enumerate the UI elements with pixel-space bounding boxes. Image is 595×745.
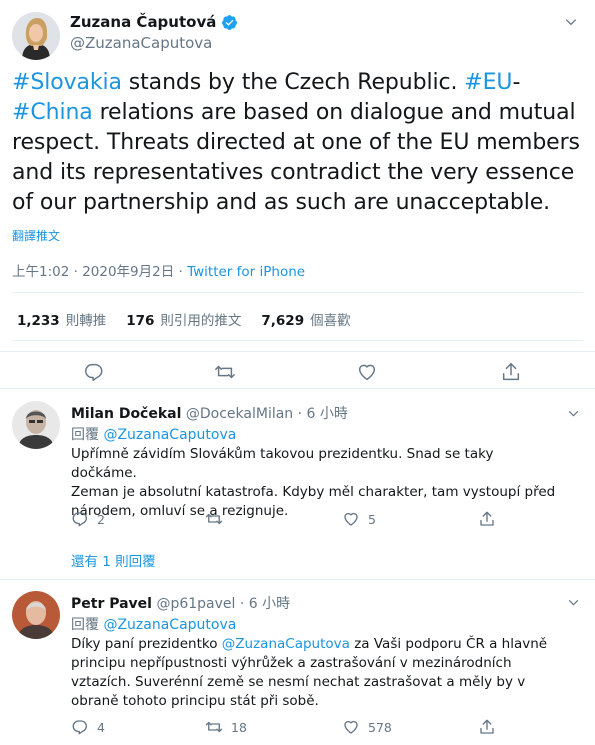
share-icon [480,511,494,526]
retweets-stat[interactable]: 1,233 則轉推 [17,309,106,329]
like-button[interactable]: 5 [342,510,376,528]
retweet-button[interactable] [205,510,231,528]
main-tweet-actions [0,355,595,387]
reply-author-name[interactable]: Milan Dočekal [71,406,181,422]
reply-text-line: Zeman je absolutní katastrofa. Kdyby měl… [71,484,556,500]
time-separator: · [293,406,307,422]
replying-to-label: 回覆 [71,617,99,633]
reply-text-segment: Díky paní prezidentko [71,636,222,652]
retweet-icon [205,513,223,525]
quotes-count: 176 [126,313,155,329]
reply-text: Díky paní prezidentko @ZuzanaCaputova za… [71,635,561,711]
tweet-text-segment: relations are based on dialogue and mutu… [12,100,580,215]
reply-text-line: obraně tohoto principu stát při sobě. [71,693,319,709]
like-button[interactable]: 578 [342,718,392,736]
reply-button[interactable]: 4 [71,718,105,736]
avatar[interactable] [12,591,60,639]
like-button[interactable] [356,361,378,383]
meta-separator: · [174,264,188,280]
author-name-row[interactable]: Zuzana Čaputová [70,13,238,31]
reply-header: Petr Pavel @p61pavel · 6 小時 [71,593,290,613]
time-separator: · [235,596,249,612]
retweets-label: 則轉推 [65,313,107,329]
reply-author-name[interactable]: Petr Pavel [71,596,152,612]
tweet-text-segment: - [512,70,521,95]
share-icon [480,719,494,734]
like-count: 5 [368,511,376,527]
replying-to-handle[interactable]: @ZuzanaCaputova [103,427,236,443]
divider [12,292,583,293]
likes-count: 7,629 [261,313,305,329]
reply-count: 2 [97,511,105,527]
reply-icon [85,363,103,381]
replying-to: 回覆 @ZuzanaCaputova [71,424,236,444]
chevron-down-icon[interactable] [564,593,582,611]
retweet-button[interactable] [214,361,236,383]
reply-button[interactable]: 2 [71,510,105,528]
reply-time[interactable]: 6 小時 [249,596,290,612]
like-icon [358,364,376,381]
retweet-count: 18 [231,719,247,735]
like-icon [344,512,358,526]
share-button[interactable] [500,361,522,383]
reply-tweet[interactable]: Petr Pavel @p61pavel · 6 小時 回覆 @ZuzanaCa… [0,580,595,745]
reply-text-line: Díky paní prezidentko @ZuzanaCaputova za… [71,635,561,654]
reply-icon [72,720,87,735]
reply-text-line: vztazích. Suverénní země se nesmí nechat… [71,674,526,690]
replying-to-label: 回覆 [71,427,99,443]
quotes-stat[interactable]: 176 則引用的推文 [126,309,241,329]
retweets-count: 1,233 [17,313,60,329]
reply-count: 4 [97,719,105,735]
like-icon [344,720,358,734]
author-name[interactable]: Zuzana Čaputová [70,13,216,31]
share-button[interactable] [478,718,496,736]
translate-tweet-link[interactable]: 翻譯推文 [12,227,60,244]
reply-time[interactable]: 6 小時 [307,406,348,422]
share-button[interactable] [478,510,496,528]
hashtag-slovakia[interactable]: #Slovakia [12,70,122,95]
reply-tweet[interactable]: Milan Dočekal @DocekalMilan · 6 小時 回覆 @Z… [0,389,595,580]
likes-stat[interactable]: 7,629 個喜歡 [261,309,350,329]
retweet-icon [215,365,235,379]
share-icon [502,363,520,381]
chevron-down-icon[interactable] [562,13,580,31]
chevron-down-icon[interactable] [564,404,582,422]
hashtag-eu[interactable]: #EU [464,70,512,95]
tweet-meta: 上午1:02 · 2020年9月2日 · Twitter for iPhone [12,260,305,280]
divider [12,340,583,341]
like-count: 578 [368,719,392,735]
replying-to: 回覆 @ZuzanaCaputova [71,614,236,634]
tweet-stats: 1,233 則轉推 176 則引用的推文 7,629 個喜歡 [17,309,351,329]
quotes-label: 則引用的推文 [160,313,242,329]
hashtag-china[interactable]: #China [12,100,93,125]
main-tweet: Zuzana Čaputová @ZuzanaCaputova #Slovaki… [0,0,595,352]
show-more-replies-link[interactable]: 還有 1 則回覆 [71,550,156,570]
reply-author-handle[interactable]: @DocekalMilan [186,406,293,422]
reply-icon [72,512,87,527]
likes-label: 個喜歡 [310,313,351,329]
verified-badge-icon [221,14,238,31]
retweet-button[interactable]: 18 [205,718,247,736]
tweet-text: #Slovakia stands by the Czech Republic. … [12,68,587,218]
mention-link[interactable]: @ZuzanaCaputova [222,636,350,652]
author-handle[interactable]: @ZuzanaCaputova [70,34,212,52]
reply-text-line: Upřímně závidím Slovákům takovou prezide… [71,446,494,481]
reply-text-line: principu nepřípustnosti výhrůžek a zastr… [71,655,512,671]
author-avatar[interactable] [12,12,60,60]
tweet-text-segment: stands by the Czech Republic. [121,70,465,95]
replying-to-handle[interactable]: @ZuzanaCaputova [103,617,236,633]
reply-text-segment: za Vaši podporu ČR a hlavně [349,636,548,652]
reply-button[interactable] [83,361,105,383]
retweet-icon [205,721,223,733]
reply-author-handle[interactable]: @p61pavel [156,596,235,612]
avatar[interactable] [12,401,60,449]
reply-header: Milan Dočekal @DocekalMilan · 6 小時 [71,403,348,423]
tweet-timestamp[interactable]: 上午1:02 · 2020年9月2日 [12,264,174,280]
tweet-source-link[interactable]: Twitter for iPhone [187,264,305,280]
